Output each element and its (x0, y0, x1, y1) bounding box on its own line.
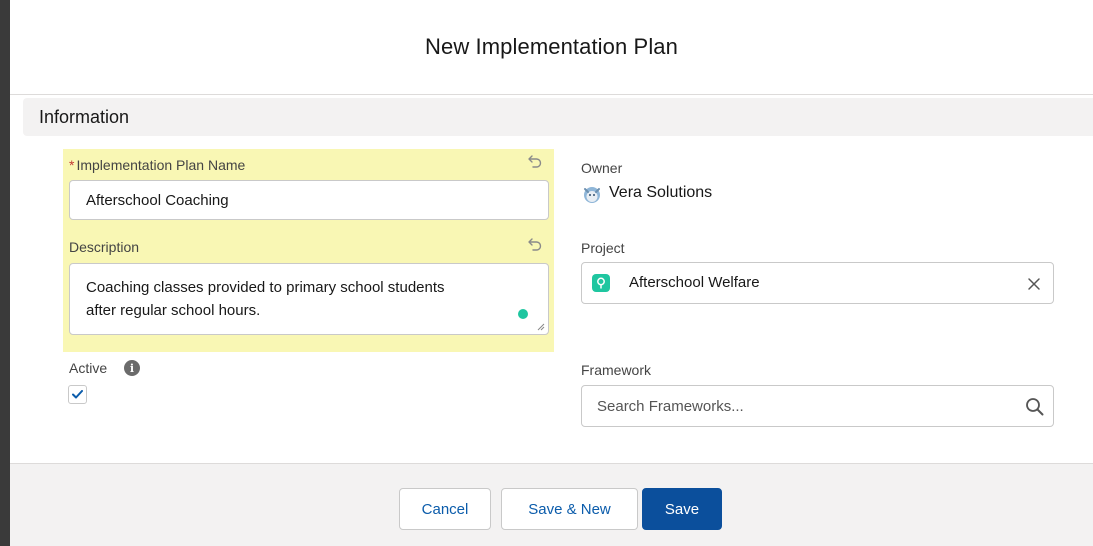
framework-label: Framework (581, 362, 652, 378)
cancel-button[interactable]: Cancel (399, 488, 491, 530)
description-line-2: after regular school hours. (86, 302, 261, 319)
implementation-plan-name-label-text: Implementation Plan Name (76, 157, 246, 173)
active-checkbox[interactable] (68, 385, 87, 404)
modal-footer: Cancel Save & New Save (10, 463, 1093, 546)
owner-avatar-icon[interactable] (582, 184, 602, 204)
implementation-plan-name-label: * Implementation Plan Name (69, 157, 245, 173)
check-icon (72, 390, 83, 399)
section-header-information[interactable]: Information (23, 98, 1093, 136)
project-value: Afterschool Welfare (629, 274, 760, 291)
required-marker: * (69, 157, 75, 173)
undo-icon[interactable] (527, 236, 543, 252)
description-line-1: Coaching classes provided to primary sch… (86, 279, 445, 296)
undo-icon[interactable] (527, 153, 543, 169)
description-textarea[interactable]: Coaching classes provided to primary sch… (69, 263, 549, 335)
description-label: Description (69, 239, 140, 255)
project-lookup[interactable]: Afterschool Welfare (581, 262, 1054, 304)
implementation-plan-name-value: Afterschool Coaching (86, 191, 229, 209)
search-icon[interactable] (1025, 397, 1045, 417)
save-button[interactable]: Save (642, 488, 722, 530)
modal-dialog: New Implementation Plan Information * Imp… (0, 0, 1093, 546)
save-and-new-button[interactable]: Save & New (501, 488, 638, 530)
project-label: Project (581, 240, 625, 256)
modal-header: New Implementation Plan (10, 0, 1093, 95)
active-label: Active (69, 360, 108, 376)
section-title: Information (39, 106, 130, 127)
info-icon[interactable]: i (124, 360, 140, 376)
modal-title: New Implementation Plan (425, 34, 678, 59)
status-dot-icon (518, 309, 528, 319)
resize-handle-icon[interactable] (536, 322, 545, 331)
owner-label: Owner (581, 160, 623, 176)
clear-icon[interactable] (1027, 277, 1041, 291)
implementation-plan-name-input[interactable]: Afterschool Coaching (69, 180, 549, 220)
owner-name-link[interactable]: Vera Solutions (609, 184, 712, 202)
framework-search-input[interactable] (581, 385, 1054, 427)
project-icon (592, 274, 610, 292)
